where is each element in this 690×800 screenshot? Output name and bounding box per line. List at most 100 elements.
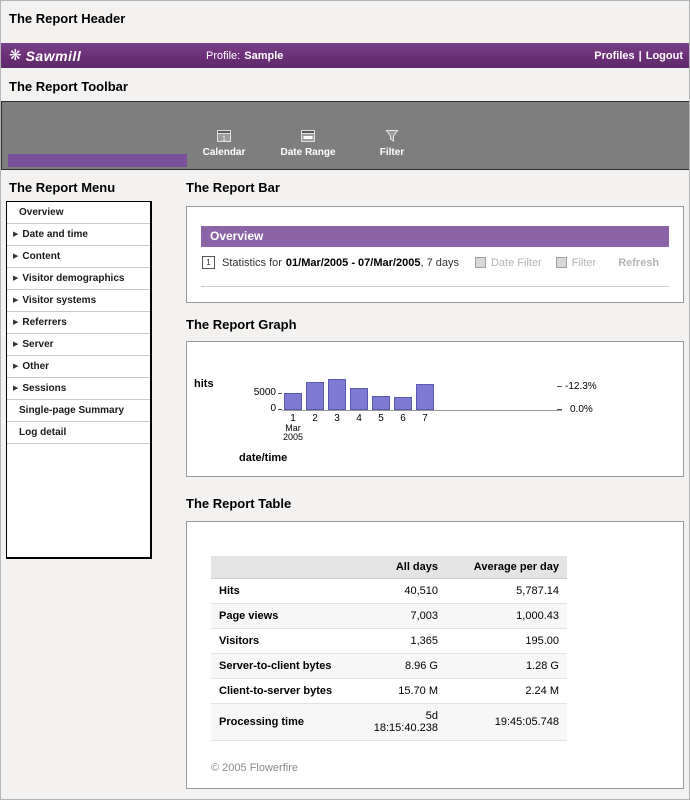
statistics-row: 1 Statistics for 01/Mar/2005 - 07/Mar/20… (202, 256, 659, 269)
bar-chart-plot (284, 375, 444, 410)
cell-average-per-day: 2.24 M (446, 679, 567, 704)
report-title-bar: Overview (201, 226, 669, 247)
mini-calendar-day: 1 (206, 258, 210, 267)
calendar-button[interactable]: 1 Calendar (194, 128, 254, 158)
date-filter-checkbox[interactable] (475, 257, 486, 268)
report-graph: hits 5000 0 -12.3% 0.0% 1234567 Mar 2005… (186, 341, 684, 477)
refresh-button[interactable]: Refresh (618, 257, 659, 269)
link-separator: | (639, 50, 642, 62)
y-axis-label: hits (194, 378, 214, 390)
menu-item-referrers[interactable]: ▶Referrers (7, 312, 150, 334)
toolbar-progress-bar (8, 154, 187, 167)
profiles-link[interactable]: Profiles (594, 50, 634, 62)
menu-item-label: Overview (19, 206, 63, 219)
logout-link[interactable]: Logout (646, 50, 683, 62)
cell-all-days: 1,365 (361, 629, 446, 654)
menu-item-visitor-systems[interactable]: ▶Visitor systems (7, 290, 150, 312)
profile-indicator: Profile: Sample (206, 43, 283, 68)
right-axis-label-top: -12.3% (565, 381, 597, 392)
header-links: Profiles | Logout (594, 43, 683, 68)
menu-item-overview[interactable]: Overview (7, 202, 150, 224)
x-tick-label: 2 (306, 413, 324, 424)
menu-item-server[interactable]: ▶Server (7, 334, 150, 356)
filter-label: Filter (572, 257, 596, 269)
calendar-button-label: Calendar (203, 147, 246, 158)
menu-item-log-detail[interactable]: Log detail (7, 422, 150, 444)
filter-icon (384, 128, 400, 144)
section-heading-report-header: The Report Header (9, 11, 125, 26)
section-heading-report-menu: The Report Menu (9, 180, 115, 195)
statistics-prefix: Statistics for (222, 257, 282, 269)
date-range-button-label: Date Range (280, 147, 335, 158)
submenu-arrow-icon: ▶ (13, 250, 18, 263)
statistics-date-range: 01/Mar/2005 - 07/Mar/2005 (286, 257, 421, 269)
menu-item-label: Server (22, 338, 53, 351)
page: The Report Header ❋ Sawmill Profile: Sam… (0, 0, 690, 800)
chart-bar-day-1 (284, 393, 302, 410)
menu-item-date-and-time[interactable]: ▶Date and time (7, 224, 150, 246)
row-label: Visitors (211, 629, 361, 654)
statistics-suffix: , 7 days (420, 257, 459, 269)
filter-button-label: Filter (380, 147, 404, 158)
row-label: Hits (211, 579, 361, 604)
table-header-row: All days Average per day (211, 556, 567, 579)
calendar-icon: 1 (216, 128, 232, 144)
filter-button[interactable]: Filter (362, 128, 422, 158)
report-table: All days Average per day Hits40,5105,787… (186, 521, 684, 789)
x-axis-sublabel: Mar 2005 (279, 424, 307, 442)
menu-item-label: Visitor systems (22, 294, 96, 307)
cell-all-days: 8.96 G (361, 654, 446, 679)
menu-item-content[interactable]: ▶ Content (7, 246, 150, 268)
y-tick-mark-5000 (278, 393, 282, 394)
report-header-bar: ❋ Sawmill Profile: Sample Profiles | Log… (1, 43, 690, 68)
x-axis-labels: 1234567 (284, 413, 444, 425)
x-axis-title: date/time (239, 452, 287, 464)
cell-average-per-day: 5,787.14 (446, 579, 567, 604)
filter-checkbox[interactable] (556, 257, 567, 268)
menu-item-sessions[interactable]: ▶Sessions (7, 378, 150, 400)
menu-item-label: Single-page Summary (19, 404, 124, 417)
report-toolbar: 1 Calendar Date Range (1, 101, 690, 170)
section-heading-report-graph: The Report Graph (186, 317, 297, 332)
sawmill-logo-icon: ❋ (9, 48, 22, 63)
table-row: Processing time5d 18:15:40.23819:45:05.7… (211, 704, 567, 741)
menu-item-single-page-summary[interactable]: Single-page Summary (7, 400, 150, 422)
menu-item-visitor-demographics[interactable]: ▶Visitor demographics (7, 268, 150, 290)
y-tick-label-5000: 5000 (245, 387, 276, 398)
profile-label: Profile: (206, 50, 240, 62)
menu-item-label: Content (22, 250, 60, 263)
table-row: Hits40,5105,787.14 (211, 579, 567, 604)
submenu-arrow-icon: ▶ (13, 316, 18, 329)
chart-bar-day-7 (416, 384, 434, 410)
submenu-arrow-icon: ▶ (13, 360, 18, 373)
chart-bar-day-6 (394, 397, 412, 410)
section-heading-report-bar: The Report Bar (186, 180, 280, 195)
table-row: Client-to-server bytes15.70 M2.24 M (211, 679, 567, 704)
x-tick-label: 6 (394, 413, 412, 424)
col-header-average-per-day: Average per day (446, 556, 567, 579)
menu-item-label: Log detail (19, 426, 66, 439)
chart-bar-day-5 (372, 396, 390, 410)
cell-average-per-day: 1.28 G (446, 654, 567, 679)
table-row: Visitors1,365195.00 (211, 629, 567, 654)
date-range-button[interactable]: Date Range (278, 128, 338, 158)
menu-item-label: Visitor demographics (22, 272, 124, 285)
date-filter-label: Date Filter (491, 257, 542, 269)
col-header-all-days: All days (361, 556, 446, 579)
row-label: Server-to-client bytes (211, 654, 361, 679)
sawmill-logo[interactable]: ❋ Sawmill (9, 48, 81, 64)
svg-text:1: 1 (222, 136, 226, 143)
cell-average-per-day: 1,000.43 (446, 604, 567, 629)
x-tick-label: 5 (372, 413, 390, 424)
cell-average-per-day: 19:45:05.748 (446, 704, 567, 741)
row-label: Processing time (211, 704, 361, 741)
date-range-icon (300, 128, 316, 144)
x-tick-label: 3 (328, 413, 346, 424)
mini-calendar-icon[interactable]: 1 (202, 256, 215, 269)
menu-item-other[interactable]: ▶Other (7, 356, 150, 378)
cell-all-days: 5d 18:15:40.238 (361, 704, 446, 741)
chart-bar-day-4 (350, 388, 368, 410)
x-sublabel-year: 2005 (279, 433, 307, 442)
right-tick-mark-top (557, 386, 562, 387)
summary-table-body: Hits40,5105,787.14Page views7,0031,000.4… (211, 579, 567, 741)
